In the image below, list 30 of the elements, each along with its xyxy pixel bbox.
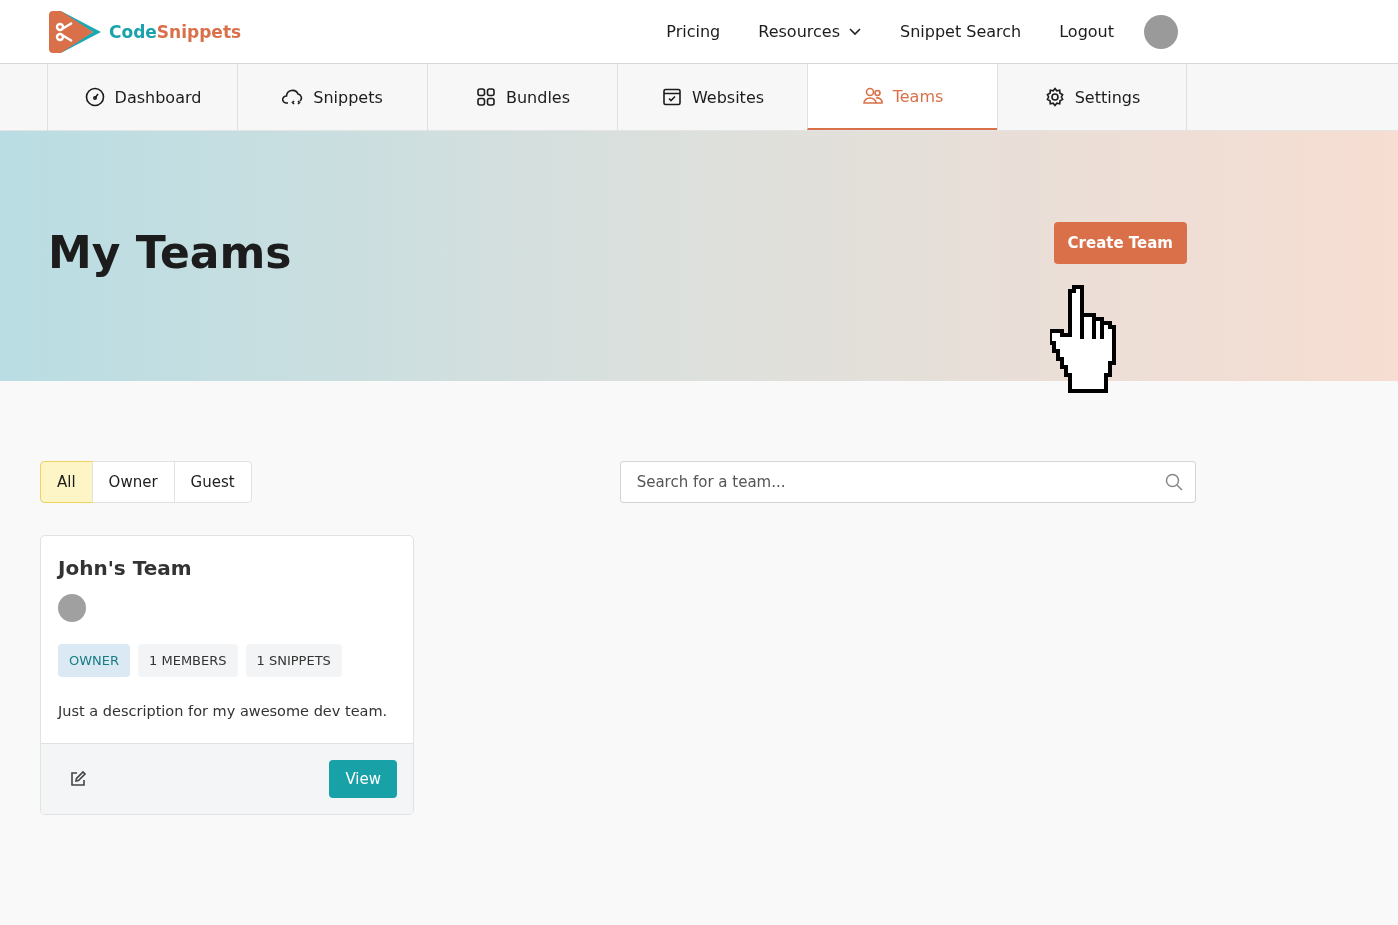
nav-link[interactable]: Pricing bbox=[666, 22, 721, 41]
filter-tab[interactable]: Owner bbox=[91, 462, 174, 502]
member-avatar bbox=[58, 594, 86, 622]
page-title: My Teams bbox=[48, 226, 292, 278]
filter-tab[interactable]: All bbox=[41, 462, 92, 502]
chevron-down-icon bbox=[848, 26, 862, 37]
nav-dropdown[interactable]: Resources bbox=[758, 22, 862, 41]
logo-icon bbox=[47, 8, 103, 55]
browser-window-icon bbox=[660, 86, 683, 108]
tab[interactable]: Dashboard bbox=[47, 64, 237, 130]
role-badge: OWNER bbox=[58, 644, 131, 677]
avatar[interactable] bbox=[1144, 14, 1178, 49]
filter-tab[interactable]: Guest bbox=[173, 462, 251, 502]
tab[interactable]: Snippets bbox=[237, 64, 427, 130]
nav-link[interactable]: Logout bbox=[1059, 22, 1114, 41]
search-field[interactable]: Search for a team... bbox=[619, 461, 1196, 503]
search-icon bbox=[1164, 473, 1183, 491]
gauge-icon bbox=[83, 86, 106, 108]
edit-button[interactable] bbox=[69, 770, 87, 788]
grid-icon bbox=[474, 86, 497, 108]
users-icon bbox=[861, 85, 884, 107]
edit-icon bbox=[69, 770, 87, 788]
count-badge: 1 SNIPPETS bbox=[245, 644, 342, 677]
team-name: John's Team bbox=[58, 556, 193, 580]
tab[interactable]: Bundles bbox=[427, 64, 617, 130]
team-description: Just a description for my awesome dev team. bbox=[58, 703, 389, 719]
settings-icon bbox=[1043, 86, 1066, 108]
nav-link[interactable]: Snippet Search bbox=[900, 22, 1022, 41]
count-badge: 1 MEMBERS bbox=[138, 644, 238, 677]
tab[interactable]: Settings bbox=[997, 64, 1187, 130]
